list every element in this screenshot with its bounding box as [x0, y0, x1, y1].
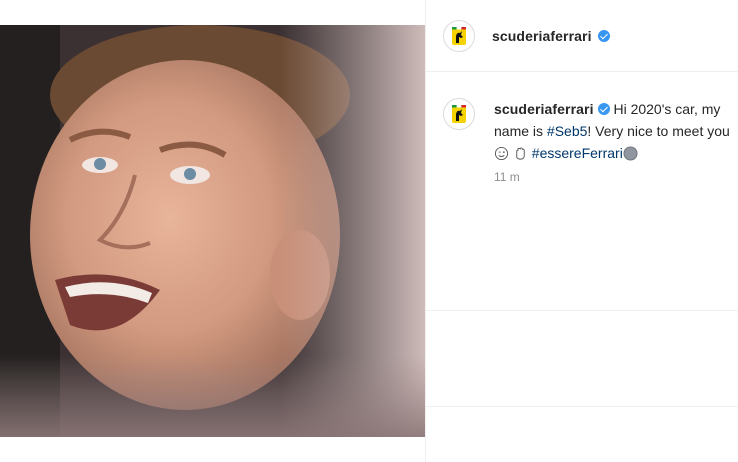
ferrari-logo-icon[interactable] — [443, 20, 475, 52]
grey-circle-emoji-icon — [623, 146, 638, 161]
caption-text: scuderiaferrari Hi 2020's car, my name i… — [494, 98, 738, 164]
header-username[interactable]: scuderiaferrari — [492, 28, 592, 44]
post-photo[interactable] — [0, 25, 425, 437]
ferrari-logo-icon[interactable] — [443, 98, 475, 130]
caption-text-part2: ! Very nice to meet you — [587, 123, 730, 139]
post-timestamp[interactable]: 11 m — [494, 170, 520, 184]
hashtag-seb5-link[interactable]: #Seb5 — [547, 123, 587, 139]
caption-username[interactable]: scuderiaferrari — [494, 101, 594, 117]
verified-badge-icon — [597, 103, 610, 115]
waving-hand-emoji-icon — [516, 147, 525, 160]
hashtag-essereferrari-link[interactable]: #essereFerrari — [532, 145, 623, 161]
section-divider — [426, 310, 738, 311]
verified-badge-icon — [598, 30, 610, 42]
wink-emoji-icon — [494, 146, 509, 161]
post-header: scuderiaferrari — [426, 0, 738, 72]
section-divider — [426, 406, 738, 407]
